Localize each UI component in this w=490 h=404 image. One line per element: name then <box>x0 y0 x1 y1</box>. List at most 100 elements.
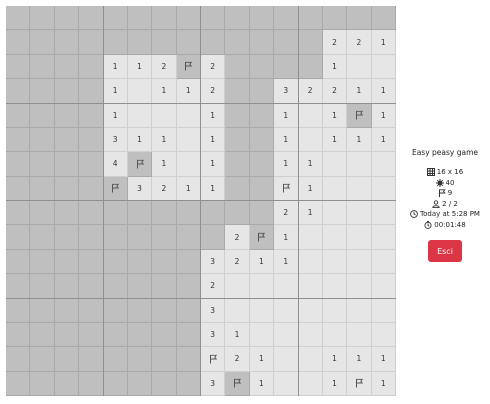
hidden-cell[interactable] <box>249 30 275 55</box>
hidden-cell[interactable] <box>30 176 55 201</box>
hidden-cell[interactable] <box>249 6 275 31</box>
hidden-cell[interactable] <box>79 274 104 299</box>
revealed-number-cell[interactable]: 1 <box>103 103 128 128</box>
revealed-number-cell[interactable]: 1 <box>322 103 348 128</box>
flagged-cell[interactable] <box>176 54 201 80</box>
revealed-number-cell[interactable]: 1 <box>347 79 372 104</box>
hidden-cell[interactable] <box>54 371 80 396</box>
hidden-cell[interactable] <box>201 201 226 226</box>
hidden-cell[interactable] <box>79 103 104 128</box>
revealed-empty-cell[interactable] <box>347 322 372 348</box>
hidden-cell[interactable] <box>6 54 31 80</box>
hidden-cell[interactable] <box>225 176 250 201</box>
hidden-cell[interactable] <box>127 225 153 250</box>
revealed-empty-cell[interactable] <box>298 322 323 348</box>
hidden-cell[interactable] <box>79 225 104 250</box>
hidden-cell[interactable] <box>30 274 55 299</box>
revealed-empty-cell[interactable] <box>249 274 275 299</box>
revealed-number-cell[interactable]: 1 <box>274 152 299 177</box>
revealed-empty-cell[interactable] <box>371 298 396 323</box>
revealed-empty-cell[interactable] <box>371 322 396 348</box>
hidden-cell[interactable] <box>127 6 153 31</box>
hidden-cell[interactable] <box>6 371 31 396</box>
hidden-cell[interactable] <box>103 298 128 323</box>
hidden-cell[interactable] <box>176 298 201 323</box>
flagged-cell[interactable] <box>201 347 226 372</box>
revealed-empty-cell[interactable] <box>322 152 348 177</box>
revealed-empty-cell[interactable] <box>322 249 348 275</box>
revealed-empty-cell[interactable] <box>371 274 396 299</box>
revealed-number-cell[interactable]: 1 <box>371 127 396 153</box>
revealed-number-cell[interactable]: 1 <box>347 127 372 153</box>
revealed-number-cell[interactable]: 1 <box>127 127 153 153</box>
hidden-cell[interactable] <box>30 225 55 250</box>
hidden-cell[interactable] <box>79 54 104 80</box>
revealed-empty-cell[interactable] <box>322 298 348 323</box>
hidden-cell[interactable] <box>127 30 153 55</box>
revealed-empty-cell[interactable] <box>371 54 396 80</box>
hidden-cell[interactable] <box>79 298 104 323</box>
revealed-empty-cell[interactable] <box>249 298 275 323</box>
revealed-number-cell[interactable]: 1 <box>176 79 201 104</box>
hidden-cell[interactable] <box>152 371 177 396</box>
hidden-cell[interactable] <box>6 347 31 372</box>
revealed-number-cell[interactable]: 2 <box>274 201 299 226</box>
flagged-cell[interactable] <box>127 152 153 177</box>
revealed-number-cell[interactable]: 2 <box>152 54 177 80</box>
hidden-cell[interactable] <box>249 79 275 104</box>
hidden-cell[interactable] <box>249 103 275 128</box>
revealed-number-cell[interactable]: 1 <box>127 54 153 80</box>
revealed-empty-cell[interactable] <box>274 298 299 323</box>
hidden-cell[interactable] <box>79 371 104 396</box>
hidden-cell[interactable] <box>103 322 128 348</box>
revealed-number-cell[interactable]: 1 <box>371 79 396 104</box>
revealed-empty-cell[interactable] <box>127 79 153 104</box>
revealed-empty-cell[interactable] <box>225 298 250 323</box>
hidden-cell[interactable] <box>54 54 80 80</box>
revealed-number-cell[interactable]: 2 <box>322 79 348 104</box>
hidden-cell[interactable] <box>225 201 250 226</box>
revealed-number-cell[interactable]: 2 <box>225 249 250 275</box>
hidden-cell[interactable] <box>201 30 226 55</box>
hidden-cell[interactable] <box>152 225 177 250</box>
revealed-empty-cell[interactable] <box>322 201 348 226</box>
revealed-number-cell[interactable]: 3 <box>201 322 226 348</box>
hidden-cell[interactable] <box>79 201 104 226</box>
hidden-cell[interactable] <box>54 225 80 250</box>
revealed-empty-cell[interactable] <box>298 347 323 372</box>
exit-button[interactable]: Esci <box>428 240 462 262</box>
hidden-cell[interactable] <box>54 249 80 275</box>
hidden-cell[interactable] <box>201 225 226 250</box>
hidden-cell[interactable] <box>127 298 153 323</box>
hidden-cell[interactable] <box>54 30 80 55</box>
revealed-empty-cell[interactable] <box>298 103 323 128</box>
hidden-cell[interactable] <box>176 322 201 348</box>
hidden-cell[interactable] <box>176 30 201 55</box>
revealed-empty-cell[interactable] <box>371 176 396 201</box>
hidden-cell[interactable] <box>6 103 31 128</box>
revealed-empty-cell[interactable] <box>322 274 348 299</box>
revealed-empty-cell[interactable] <box>347 54 372 80</box>
hidden-cell[interactable] <box>30 371 55 396</box>
revealed-number-cell[interactable]: 2 <box>152 176 177 201</box>
hidden-cell[interactable] <box>152 298 177 323</box>
revealed-number-cell[interactable]: 1 <box>371 30 396 55</box>
revealed-empty-cell[interactable] <box>371 201 396 226</box>
revealed-number-cell[interactable]: 1 <box>201 127 226 153</box>
hidden-cell[interactable] <box>30 322 55 348</box>
hidden-cell[interactable] <box>79 249 104 275</box>
hidden-cell[interactable] <box>103 30 128 55</box>
revealed-number-cell[interactable]: 1 <box>347 347 372 372</box>
revealed-empty-cell[interactable] <box>371 249 396 275</box>
hidden-cell[interactable] <box>298 30 323 55</box>
hidden-cell[interactable] <box>249 176 275 201</box>
hidden-cell[interactable] <box>30 127 55 153</box>
revealed-number-cell[interactable]: 2 <box>225 347 250 372</box>
hidden-cell[interactable] <box>30 103 55 128</box>
hidden-cell[interactable] <box>6 225 31 250</box>
revealed-empty-cell[interactable] <box>274 274 299 299</box>
hidden-cell[interactable] <box>103 347 128 372</box>
revealed-number-cell[interactable]: 1 <box>274 225 299 250</box>
revealed-number-cell[interactable]: 1 <box>274 127 299 153</box>
revealed-number-cell[interactable]: 1 <box>298 176 323 201</box>
